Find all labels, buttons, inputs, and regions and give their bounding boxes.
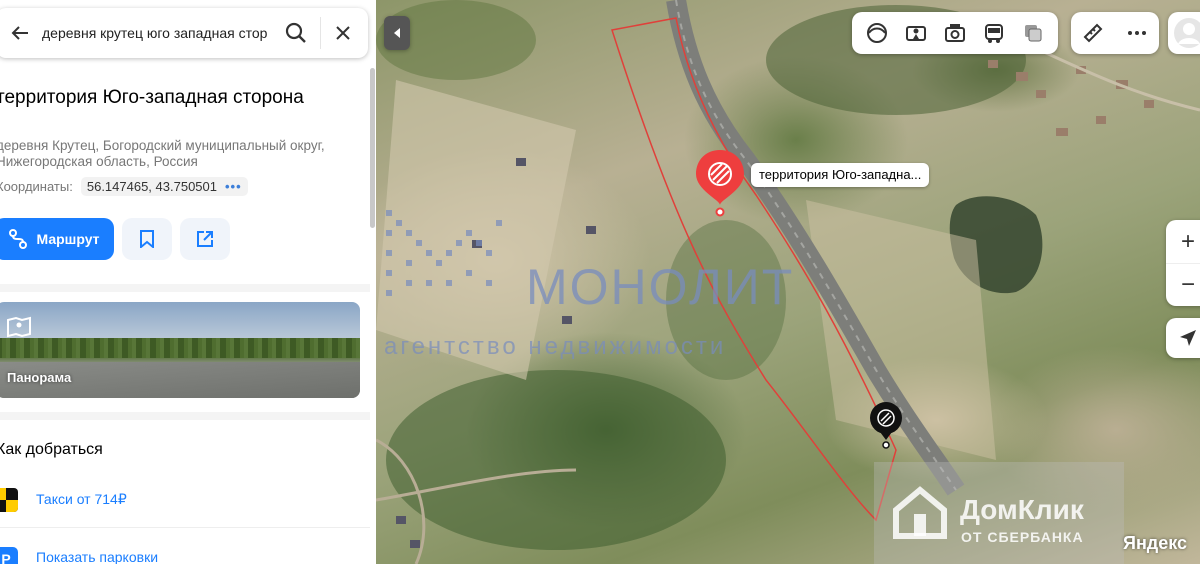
search-input[interactable] — [42, 25, 274, 41]
section-divider — [0, 284, 370, 292]
clear-search-button[interactable] — [325, 25, 361, 41]
section-divider — [0, 412, 370, 420]
app-root: МОНОЛИТ агентство недвижимости ДомКлик О… — [0, 0, 1200, 564]
profile-button[interactable] — [1168, 12, 1200, 54]
watermark-domclick: ДомКлик — [960, 494, 1084, 525]
share-button[interactable] — [180, 218, 230, 260]
navigation-arrow-icon — [1180, 330, 1196, 346]
coordinates-text: 56.147465, 43.750501 — [86, 179, 217, 194]
watermark-sber: ОТ СБЕРБАНКА — [961, 529, 1084, 545]
search-icon — [285, 22, 306, 43]
coordinates-label: Координаты: — [0, 179, 73, 194]
arrow-left-icon — [11, 26, 28, 40]
search-button[interactable] — [276, 22, 316, 44]
place-sidebar: территория Юго-западная сторона деревня … — [0, 0, 376, 564]
taxi-option[interactable]: Такси от 714₽ — [0, 484, 370, 528]
coordinates-row: Координаты: 56.147465, 43.750501 ••• — [0, 177, 248, 196]
scheme-layer-icon[interactable] — [863, 19, 891, 47]
taxi-icon — [0, 488, 18, 512]
layers-icon[interactable] — [1019, 19, 1047, 47]
directions-title: Как добраться — [0, 441, 103, 458]
share-icon — [197, 231, 213, 247]
place-title: территория Юго-западная сторона — [0, 87, 304, 108]
search-box — [0, 8, 368, 58]
map-place-label[interactable]: территория Юго-западна... — [751, 163, 930, 187]
locate-me-button[interactable] — [1166, 318, 1200, 358]
place-address: деревня Крутец, Богородский муниципальны… — [0, 138, 325, 169]
zoom-controls: + − — [1166, 220, 1200, 306]
sidebar-scrollbar[interactable] — [370, 68, 375, 228]
map-view[interactable]: МОНОЛИТ агентство недвижимости ДомКлик О… — [376, 0, 1200, 564]
panorama-preview[interactable]: Панорама — [0, 302, 360, 398]
back-button[interactable] — [2, 25, 38, 41]
watermark-monolit: МОНОЛИТ — [526, 259, 795, 315]
parking-icon: P — [0, 547, 18, 564]
bookmark-icon — [140, 230, 154, 248]
panorama-trees — [0, 338, 360, 358]
zoom-in-button[interactable]: + — [1166, 220, 1200, 263]
more-options-icon[interactable] — [1123, 19, 1151, 47]
location-pin-icon — [696, 150, 744, 217]
collapse-sidebar-button[interactable] — [384, 16, 410, 50]
zoom-out-button[interactable]: − — [1166, 263, 1200, 306]
close-icon — [336, 26, 350, 40]
search-divider — [320, 17, 321, 49]
parking-link[interactable]: Показать парковки — [36, 549, 158, 564]
bookmark-button[interactable] — [122, 218, 172, 260]
coordinates-more-icon[interactable]: ••• — [225, 179, 242, 194]
photo-layer-icon[interactable] — [941, 19, 969, 47]
watermark-logo-icon — [386, 210, 502, 296]
panorama-label: Панорама — [7, 370, 72, 385]
ruler-icon[interactable] — [1079, 19, 1107, 47]
map-tools-toolbar — [1071, 12, 1159, 54]
route-button-label: Маршрут — [36, 231, 100, 247]
yandex-logo: Яндекс — [1123, 533, 1188, 553]
taxi-label[interactable]: Такси от 714₽ — [36, 491, 127, 508]
watermark-agency: агентство недвижимости — [384, 333, 727, 360]
domclick-house-icon — [893, 486, 947, 539]
secondary-pin-icon — [870, 402, 902, 449]
transport-layer-icon[interactable] — [980, 19, 1008, 47]
map-layers-toolbar — [852, 12, 1058, 54]
avatar-icon — [1174, 18, 1200, 48]
panorama-layer-icon[interactable] — [902, 19, 930, 47]
chevron-left-icon — [394, 28, 400, 38]
panorama-icon — [7, 316, 31, 338]
route-icon — [9, 229, 28, 249]
coordinates-value[interactable]: 56.147465, 43.750501 ••• — [80, 177, 248, 196]
route-button[interactable]: Маршрут — [0, 218, 114, 260]
